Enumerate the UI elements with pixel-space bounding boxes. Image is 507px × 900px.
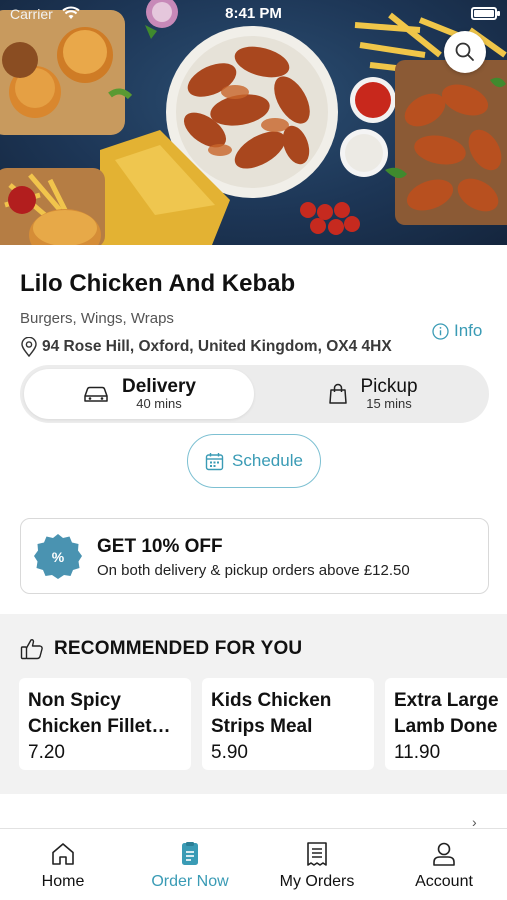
badge-symbol: % — [52, 549, 65, 565]
delivery-option[interactable]: Delivery 40 mins — [24, 369, 254, 419]
car-icon — [84, 386, 108, 402]
home-icon — [52, 843, 74, 865]
schedule-label: Schedule — [232, 451, 303, 470]
tab-my-orders[interactable]: My Orders — [254, 841, 380, 891]
delivery-label: Delivery — [122, 375, 196, 397]
tab-home-label: Home — [41, 873, 85, 890]
shopping-bag-icon — [329, 383, 348, 404]
tab-order-now-label: Order Now — [151, 873, 229, 890]
item-price: 7.20 — [28, 742, 65, 763]
item-price: 5.90 — [211, 742, 248, 763]
info-button[interactable]: Info — [432, 321, 482, 341]
recommended-title: RECOMMENDED FOR YOU — [54, 638, 303, 659]
schedule-button[interactable]: Schedule — [187, 434, 321, 488]
item-name-line2: Strips Meal — [211, 716, 313, 737]
tab-my-orders-label: My Orders — [279, 873, 355, 890]
promo-banner[interactable]: % GET 10% OFF On both delivery & pickup … — [20, 518, 489, 594]
tab-account[interactable]: Account — [381, 841, 507, 891]
hero-image: Carrier 8:41 PM — [0, 0, 507, 245]
restaurant-name: Lilo Chicken And Kebab — [20, 270, 296, 297]
receipt-icon — [307, 842, 327, 866]
promo-subtitle: On both delivery & pickup orders above £… — [97, 562, 410, 579]
pickup-label: Pickup — [360, 375, 418, 397]
status-time: 8:41 PM — [225, 5, 282, 22]
address-text: 94 Rose Hill, Oxford, United Kingdom, OX… — [42, 338, 392, 355]
item-price: 11.90 — [394, 742, 441, 763]
tab-account-label: Account — [415, 873, 473, 890]
recommended-header: RECOMMENDED FOR YOU — [20, 638, 302, 660]
food-photo — [0, 0, 507, 245]
item-name-line1: Non Spicy — [28, 690, 121, 711]
item-name-line2: Chicken Fillet… — [28, 716, 171, 737]
recommended-item[interactable]: Kids Chicken Strips Meal 5.90 — [202, 678, 374, 770]
pickup-time: 15 mins — [366, 396, 412, 412]
order-icon — [182, 842, 198, 865]
order-mode-toggle: Delivery 40 mins Pickup 15 mins — [20, 365, 489, 423]
recommended-item[interactable]: Non Spicy Chicken Fillet… 7.20 — [19, 678, 191, 770]
info-icon — [432, 322, 449, 340]
next-section-peek: › — [0, 794, 507, 830]
discount-badge-icon: % — [34, 534, 82, 579]
item-name-line1: Extra Large — [394, 690, 498, 711]
recommended-item[interactable]: Extra Large Lamb Doner 11.90 — [385, 678, 507, 770]
status-bar: Carrier 8:41 PM — [0, 0, 507, 30]
restaurant-address: 94 Rose Hill, Oxford, United Kingdom, OX… — [20, 337, 392, 357]
person-icon — [433, 842, 455, 866]
promo-title: GET 10% OFF — [97, 536, 223, 557]
search-button[interactable] — [444, 31, 486, 73]
calendar-icon — [205, 452, 224, 470]
bottom-tab-bar: Home Order Now My Orders Account — [0, 828, 507, 900]
delivery-time: 40 mins — [136, 396, 182, 412]
item-name-line1: Kids Chicken — [211, 690, 332, 711]
location-pin-icon — [21, 337, 37, 357]
restaurant-cuisine: Burgers, Wings, Wraps — [20, 310, 174, 327]
recommended-section: RECOMMENDED FOR YOU Non Spicy Chicken Fi… — [0, 614, 507, 794]
tab-home[interactable]: Home — [0, 841, 126, 891]
search-icon — [455, 42, 474, 61]
item-name-line2: Lamb Doner — [394, 716, 498, 737]
pickup-option[interactable]: Pickup 15 mins — [258, 369, 488, 419]
thumbs-up-icon — [20, 639, 43, 660]
battery-icon — [471, 7, 500, 20]
info-label: Info — [454, 321, 483, 340]
tab-order-now[interactable]: Order Now — [127, 841, 253, 891]
